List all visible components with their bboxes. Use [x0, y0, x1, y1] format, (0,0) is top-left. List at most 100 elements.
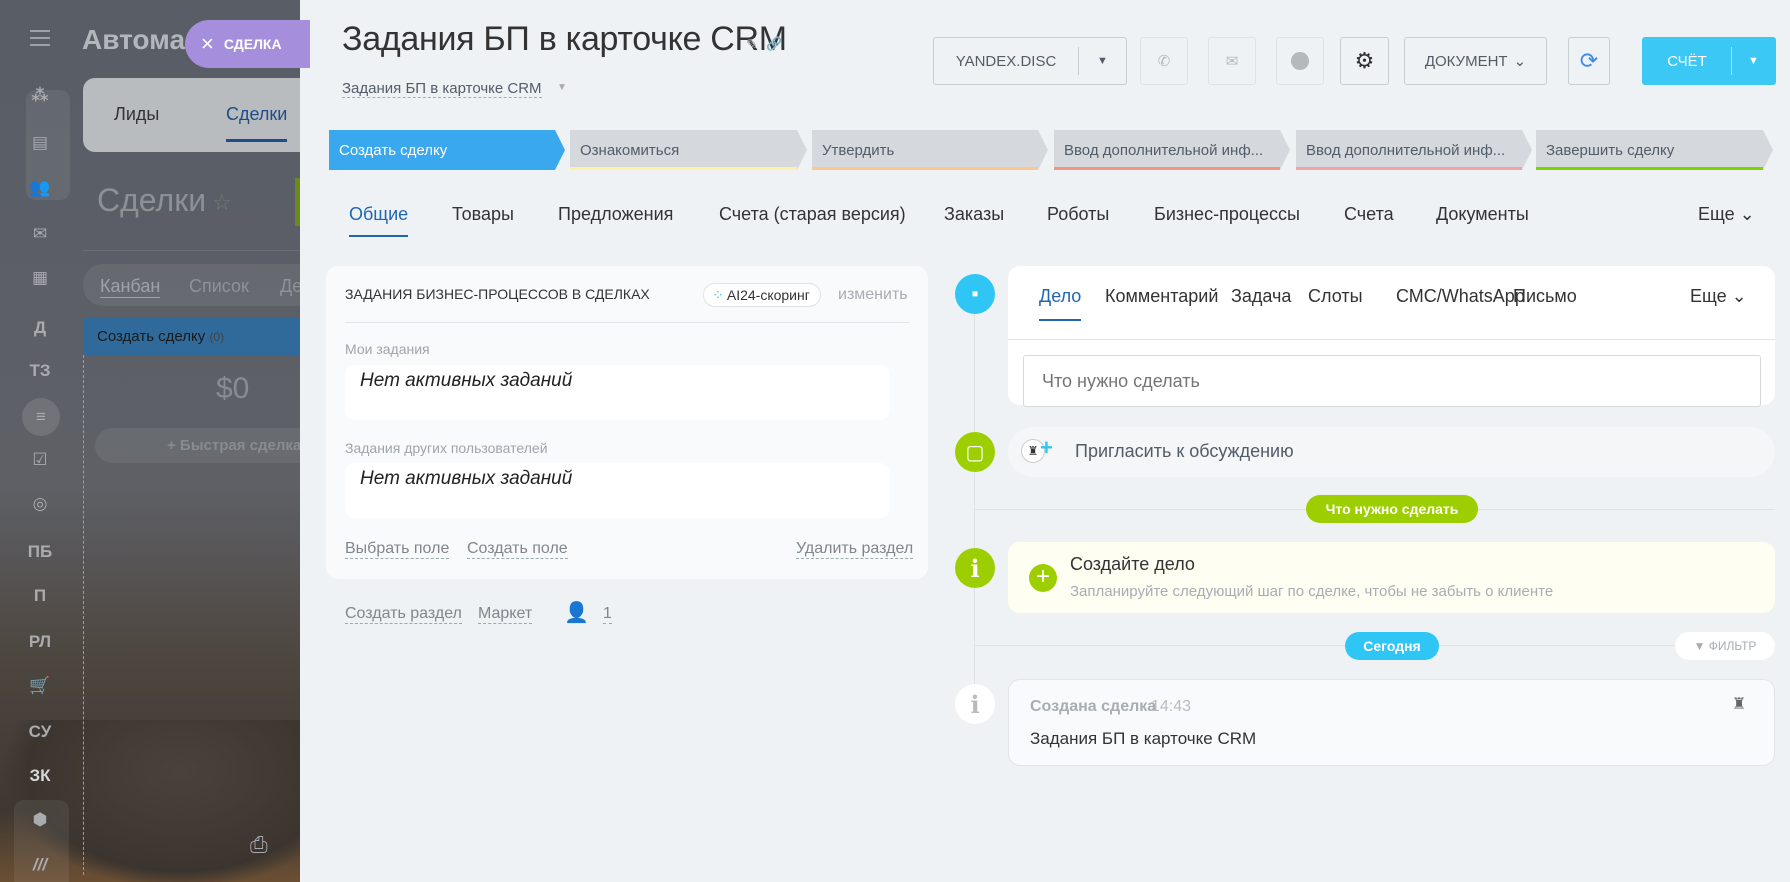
- tab-business-processes[interactable]: Бизнес-процессы: [1154, 204, 1300, 225]
- tab-sms-whatsapp[interactable]: СМС/WhatsApp: [1396, 286, 1525, 307]
- others-tasks-label: Задания других пользователей: [345, 440, 548, 456]
- my-tasks-label: Мои задания: [345, 341, 430, 357]
- crm-tabs-bar: Лиды Сделки: [83, 78, 300, 152]
- tab-more-label: Еще: [1698, 204, 1735, 224]
- tab-documents[interactable]: Документы: [1436, 204, 1529, 225]
- sidebar-item-tz[interactable]: ТЗ: [20, 361, 60, 381]
- logo-icon[interactable]: ///: [20, 855, 60, 875]
- section-title: ЗАДАНИЯ БИЗНЕС-ПРОЦЕССОВ В СДЕЛКАХ: [345, 286, 650, 302]
- tab-old-invoices[interactable]: Счета (старая версия): [719, 204, 906, 225]
- page-heading: Сделки: [97, 182, 207, 218]
- market-link[interactable]: Маркет: [478, 605, 533, 624]
- sidebar-item-rl[interactable]: РЛ: [20, 632, 60, 652]
- todo-pill: Что нужно сделать: [1306, 495, 1478, 523]
- users-count-link[interactable]: 1: [603, 605, 612, 624]
- caret-down-icon[interactable]: ▼: [1078, 47, 1126, 75]
- task-icon[interactable]: ☑: [20, 450, 60, 470]
- caret-down-icon[interactable]: ▼: [1731, 47, 1775, 75]
- phone-icon: ✆: [1157, 53, 1171, 70]
- settings-button[interactable]: ⚙: [1340, 37, 1389, 85]
- sidebar-item-d[interactable]: Д: [20, 318, 60, 338]
- create-field-link[interactable]: Создать поле: [467, 540, 568, 559]
- stage-4[interactable]: Ввод дополнительной инф...: [1054, 130, 1290, 170]
- edit-pencil-icon[interactable]: ✎: [746, 36, 758, 53]
- tab-task[interactable]: Задача: [1231, 286, 1291, 307]
- link-icon[interactable]: 🔗: [766, 36, 782, 52]
- box-icon[interactable]: ⬢: [20, 810, 60, 830]
- tab-comment[interactable]: Комментарий: [1105, 286, 1218, 307]
- gear-icon: ⚙: [1354, 48, 1375, 73]
- tab-leads[interactable]: Лиды: [114, 104, 159, 125]
- view-kanban[interactable]: Канбан: [100, 276, 161, 298]
- cart-icon[interactable]: 🛒: [20, 676, 60, 696]
- select-field-link[interactable]: Выбрать поле: [345, 540, 450, 559]
- yandex-disc-button[interactable]: YANDEX.DISC ▼: [933, 37, 1127, 85]
- tab-robots[interactable]: Роботы: [1047, 204, 1109, 225]
- create-activity-card[interactable]: + Создайте дело Запланируйте следующий ш…: [1008, 542, 1775, 613]
- sidebar-item-p[interactable]: П: [20, 586, 60, 606]
- chevron-down-icon[interactable]: ▼: [557, 82, 567, 93]
- category-selector[interactable]: Задания БП в карточке CRM: [342, 80, 542, 98]
- tab-activity[interactable]: Дело: [1039, 286, 1082, 321]
- edit-section-link[interactable]: изменить: [838, 286, 908, 304]
- document-button[interactable]: ДОКУМЕНТ ⌄: [1404, 37, 1547, 85]
- print-icon[interactable]: ⎙: [250, 832, 268, 858]
- contacts-icon[interactable]: 👥: [20, 178, 60, 198]
- tab-general[interactable]: Общие: [349, 204, 409, 237]
- email-button[interactable]: ✉: [1208, 37, 1256, 85]
- document-icon[interactable]: ▦: [20, 268, 60, 288]
- author-avatar[interactable]: ♜: [1732, 694, 1746, 714]
- quick-deal-button[interactable]: + Быстрая сделка: [95, 428, 300, 463]
- chat-icon: [1291, 52, 1309, 70]
- chat-button[interactable]: [1276, 37, 1324, 85]
- activity-input[interactable]: [1023, 355, 1761, 407]
- close-slider-button[interactable]: × СДЕЛКА: [185, 20, 310, 68]
- view-other[interactable]: Де: [280, 276, 300, 297]
- background-crm: ⁂ ▤ 👥 ✉ ▦ Д ТЗ ≡ ☑ ◎ ПБ П РЛ 🛒 СУ ЗК ⬢ /…: [0, 0, 300, 882]
- sidebar-item-pb[interactable]: ПБ: [20, 542, 60, 562]
- invoice-button[interactable]: СЧЁТ ▼: [1642, 37, 1776, 85]
- tab-orders[interactable]: Заказы: [944, 204, 1004, 225]
- molecule-icon: ⁘: [712, 287, 724, 303]
- tab-deals[interactable]: Сделки: [226, 104, 288, 142]
- menu-icon[interactable]: [30, 30, 50, 46]
- divider: [83, 250, 300, 251]
- invite-row[interactable]: ♜ + Пригласить к обсуждению: [1008, 427, 1775, 477]
- create-section-link[interactable]: Создать раздел: [345, 605, 462, 624]
- add-circle-icon[interactable]: +: [1029, 564, 1057, 592]
- filter-button[interactable]: ▼ ФИЛЬТР: [1675, 632, 1775, 660]
- tab-email[interactable]: Письмо: [1513, 286, 1577, 307]
- tab-invoices[interactable]: Счета: [1344, 204, 1394, 225]
- phone-button[interactable]: ✆: [1140, 37, 1188, 85]
- stage-1[interactable]: Создать сделку: [329, 130, 565, 170]
- mail-icon[interactable]: ✉: [20, 224, 60, 244]
- stage-3[interactable]: Утвердить: [812, 130, 1048, 170]
- close-slider-label: СДЕЛКА: [223, 36, 282, 52]
- tab-slots[interactable]: Слоты: [1308, 286, 1363, 307]
- ai24-badge[interactable]: ⁘ AI24-скоринг: [703, 283, 821, 307]
- view-list[interactable]: Список: [189, 276, 249, 297]
- filter-label: ФИЛЬТР: [1708, 639, 1757, 653]
- stage-6[interactable]: Завершить сделку: [1536, 130, 1773, 170]
- sites-icon[interactable]: ⁂: [20, 86, 60, 106]
- star-icon[interactable]: ☆: [212, 190, 232, 216]
- tab-products[interactable]: Товары: [452, 204, 514, 225]
- calendar-icon[interactable]: ▤: [20, 133, 60, 153]
- plus-icon[interactable]: +: [1040, 435, 1053, 461]
- stage-2[interactable]: Ознакомиться: [570, 130, 807, 170]
- kanban-column-header[interactable]: Создать сделку (0): [83, 318, 300, 355]
- chevron-down-icon: ⌄: [1739, 204, 1755, 224]
- target-icon[interactable]: ◎: [20, 494, 60, 514]
- sidebar-item-su[interactable]: СУ: [20, 722, 60, 742]
- sidebar-item-zk[interactable]: ЗК: [20, 766, 60, 786]
- funnel-icon[interactable]: ≡: [22, 398, 60, 436]
- tab-more[interactable]: Еще ⌄: [1690, 286, 1747, 307]
- delete-section-link[interactable]: Удалить раздел: [796, 540, 914, 559]
- chevron-down-icon: ⌄: [1731, 286, 1747, 306]
- history-title: Создана сделка: [1030, 698, 1157, 715]
- page-title: Задания БП в карточке CRM: [342, 20, 787, 58]
- tab-more[interactable]: Еще ⌄: [1698, 204, 1755, 225]
- sync-button[interactable]: ⟳: [1568, 37, 1610, 85]
- tab-offers[interactable]: Предложения: [558, 204, 673, 225]
- stage-5[interactable]: Ввод дополнительной инф...: [1296, 130, 1532, 170]
